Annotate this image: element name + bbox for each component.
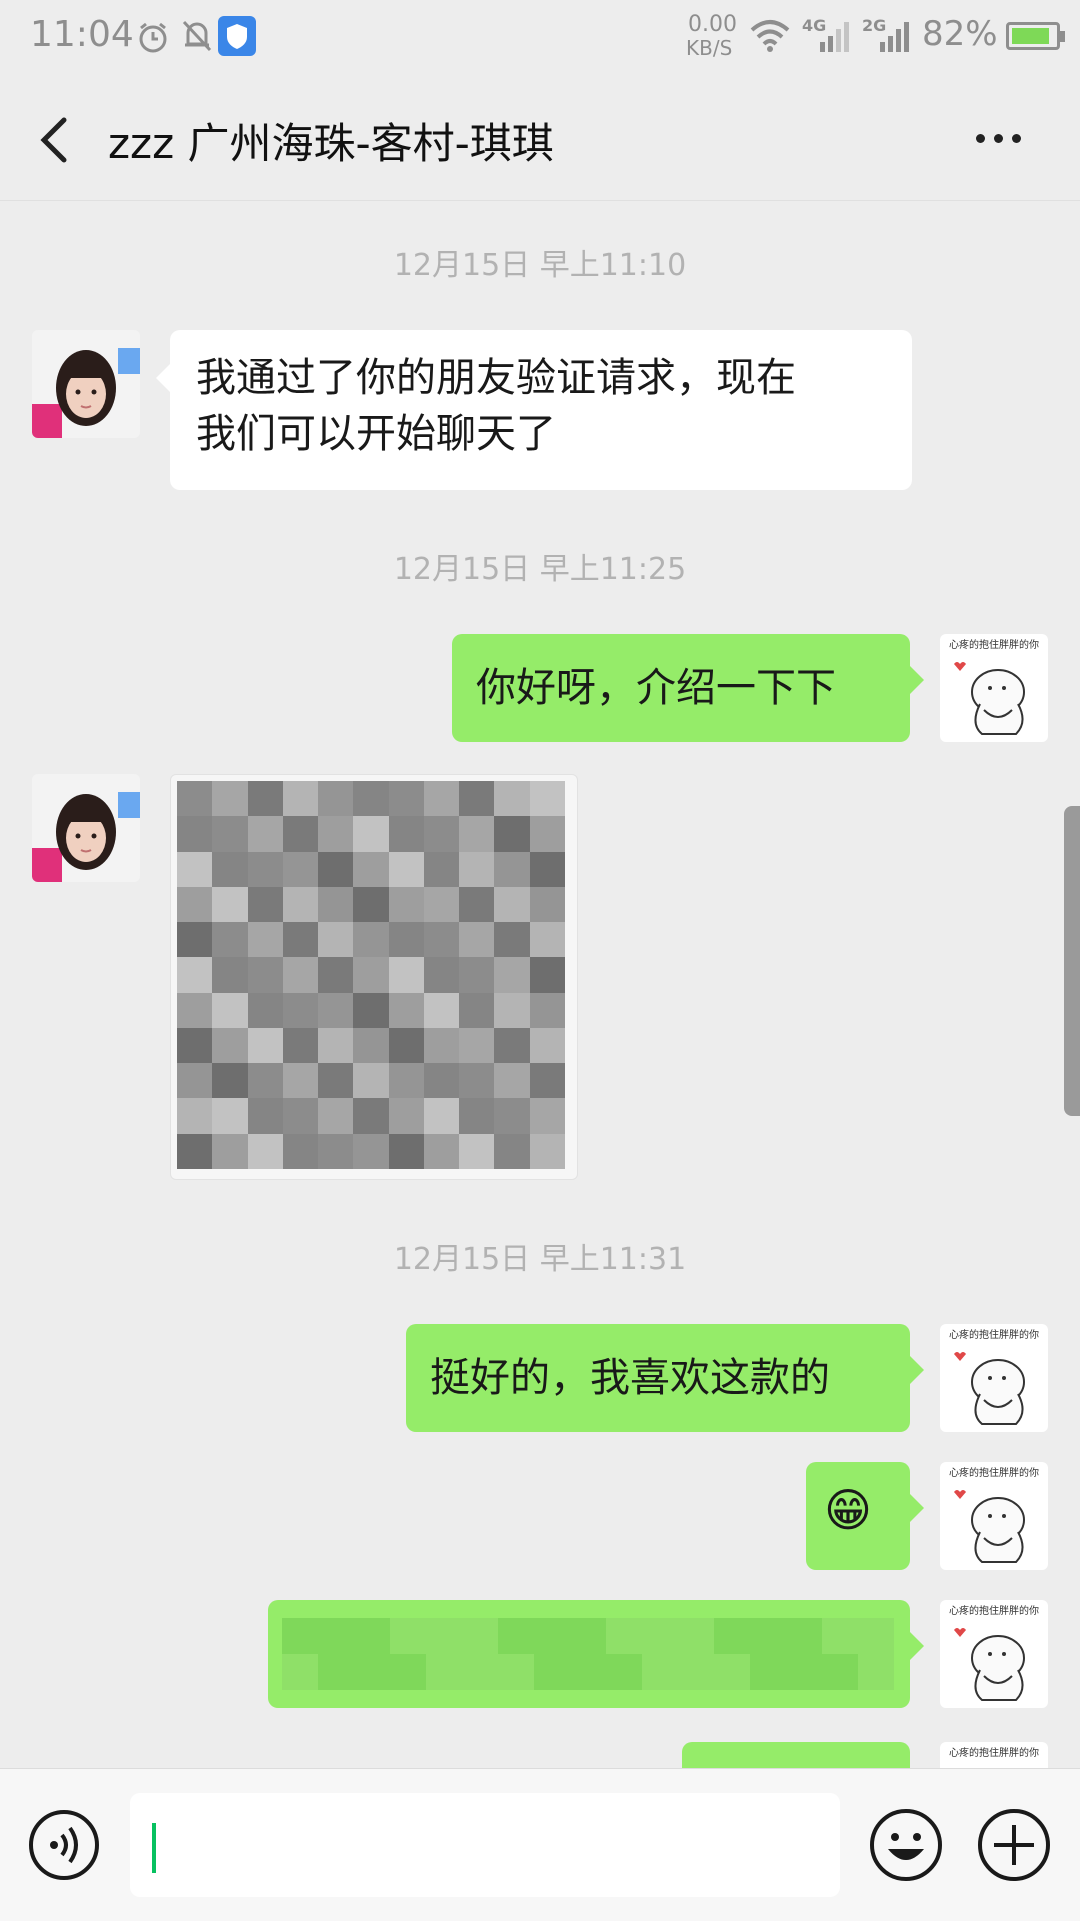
- signal-icon: [880, 22, 909, 52]
- scrollbar-thumb[interactable]: [1064, 806, 1080, 1116]
- chevron-left-icon[interactable]: [30, 110, 80, 170]
- outgoing-message[interactable]: 挺好的，我喜欢这款的: [406, 1324, 924, 1432]
- net-speed-unit: KB/S: [686, 36, 733, 60]
- image-message[interactable]: [170, 774, 578, 1180]
- svg-text:心疼的抱住胖胖的你: 心疼的抱住胖胖的你: [949, 638, 1039, 651]
- battery-percent: 82%: [922, 14, 998, 54]
- my-avatar[interactable]: 心疼的抱住胖胖的你: [940, 1462, 1048, 1570]
- svg-text:心疼的抱住胖胖的你: 心疼的抱住胖胖的你: [949, 1328, 1039, 1341]
- message-timestamp: 12月15日 早上11:31: [393, 1242, 687, 1277]
- my-avatar[interactable]: 心疼的抱住胖胖的你: [940, 1600, 1048, 1708]
- my-avatar[interactable]: 心疼的抱住胖胖的你: [940, 634, 1048, 742]
- text-cursor: [152, 1823, 156, 1873]
- incoming-message[interactable]: 我通过了你的朋友验证请求，现在 我们可以开始聊天了: [156, 330, 912, 490]
- message-input[interactable]: [130, 1793, 840, 1897]
- svg-text:心疼的抱住胖胖的你: 心疼的抱住胖胖的你: [949, 1466, 1039, 1479]
- svg-text:心疼的抱住胖胖的你: 心疼的抱住胖胖的你: [949, 1604, 1039, 1617]
- page-title: zzz 广州海珠-客村-琪琪: [108, 119, 554, 168]
- status-bar: 11:04 0.00 KB/S 4G 2G 82%: [0, 0, 1080, 76]
- net-speed-value: 0.00: [688, 12, 737, 37]
- my-avatar[interactable]: 心疼的抱住胖胖的你: [940, 1742, 1048, 1768]
- plus-icon[interactable]: [976, 1807, 1052, 1883]
- blurred-image: [177, 781, 565, 1169]
- emoji-icon[interactable]: [868, 1807, 944, 1883]
- my-avatar[interactable]: 心疼的抱住胖胖的你: [940, 1324, 1048, 1432]
- outgoing-message[interactable]: 你好呀，介绍一下下: [452, 634, 924, 742]
- alarm-icon: [139, 22, 167, 53]
- contact-avatar[interactable]: [32, 774, 140, 882]
- blurred-text: [282, 1618, 894, 1690]
- more-dots-icon[interactable]: [976, 128, 1032, 148]
- shield-app-icon: [218, 16, 256, 56]
- contact-avatar[interactable]: [32, 330, 140, 438]
- message-line: 我们可以开始聊天了: [196, 411, 556, 457]
- message-timestamp: 12月15日 早上11:25: [393, 552, 687, 587]
- voice-icon[interactable]: [28, 1809, 100, 1881]
- outgoing-message[interactable]: [682, 1742, 910, 1768]
- mute-bell-icon: [182, 20, 212, 52]
- status-time: 11:04: [30, 14, 134, 55]
- svg-text:心疼的抱住胖胖的你: 心疼的抱住胖胖的你: [949, 1746, 1039, 1759]
- outgoing-emoji-message[interactable]: 😁: [806, 1462, 924, 1570]
- input-bar: [0, 1768, 1080, 1921]
- wifi-icon: [750, 20, 790, 52]
- battery-icon: [1006, 22, 1065, 50]
- grinning-emoji: 😁: [824, 1483, 872, 1537]
- outgoing-message[interactable]: [268, 1600, 924, 1708]
- signal-icon: [820, 22, 849, 52]
- chat-header: zzz 广州海珠-客村-琪琪: [0, 76, 1080, 201]
- message-line: 我通过了你的朋友验证请求，现在: [196, 355, 796, 401]
- message-list: 12月15日 早上11:10 我通过了你的朋友验证请求，现在 我们可以开始聊天了…: [0, 200, 1080, 1768]
- message-timestamp: 12月15日 早上11:10: [393, 248, 687, 283]
